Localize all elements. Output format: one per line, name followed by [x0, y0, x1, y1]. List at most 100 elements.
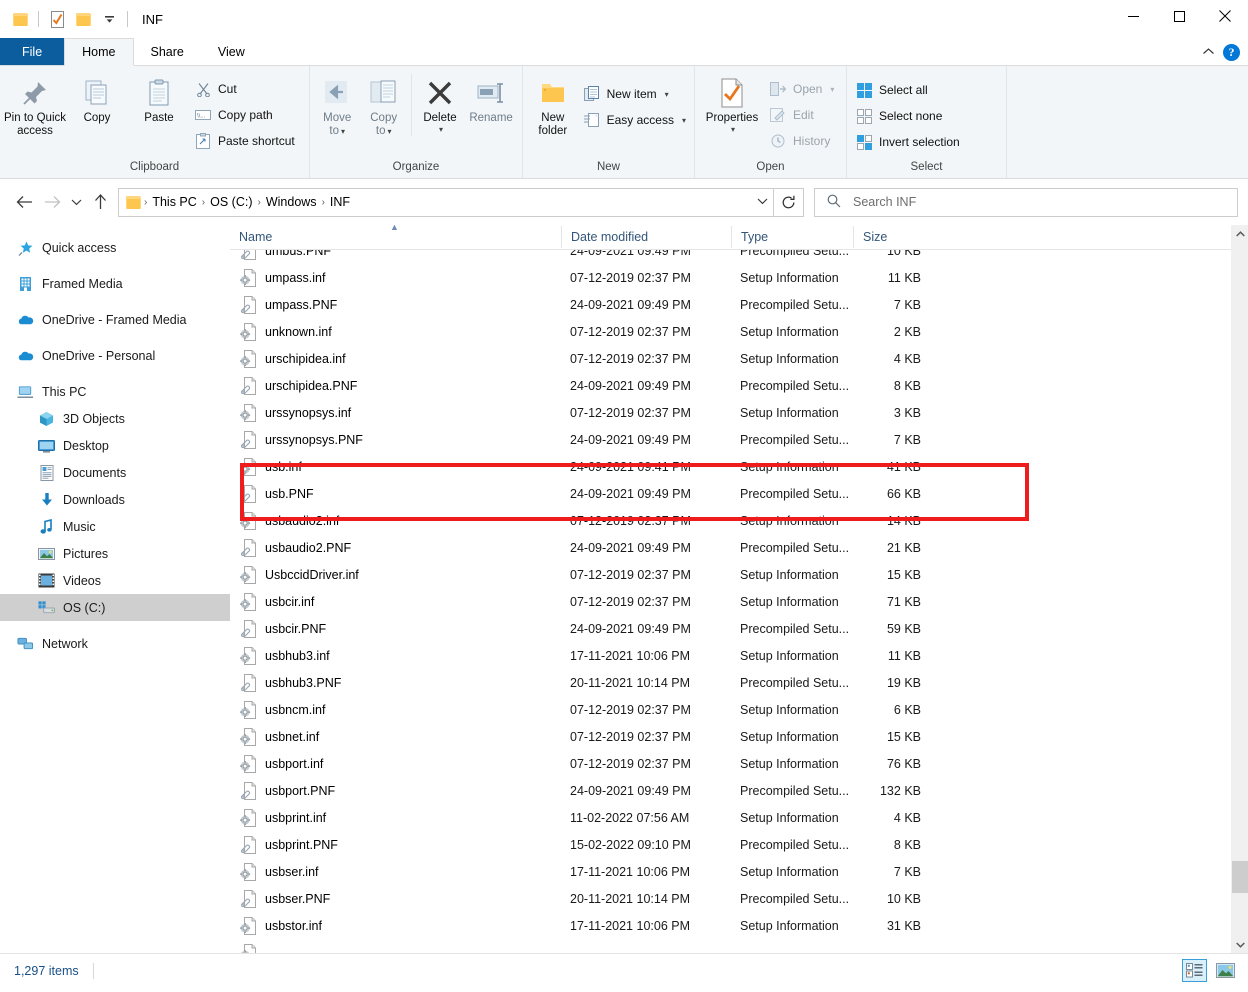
table-row[interactable]: usbprint.inf 11-02-2022 07:56 AM Setup Inf… [230, 804, 1231, 831]
column-header-date-modified[interactable]: Date modified [561, 226, 731, 248]
sidebar-item-3d-objects[interactable]: 3D Objects [0, 405, 230, 432]
edit-button[interactable]: Edit [765, 103, 838, 127]
tab-view[interactable]: View [201, 38, 262, 65]
breadcrumb-item-inf[interactable]: INF [326, 195, 354, 209]
table-row[interactable]: usbcir.PNF 24-09-2021 09:49 PM Precompiled… [230, 615, 1231, 642]
customize-dropdown-icon[interactable] [96, 7, 122, 31]
table-row[interactable]: usbser.PNF 20-11-2021 10:14 PM Precompiled… [230, 885, 1231, 912]
sidebar-item-onedrive-personal[interactable]: OneDrive - Personal [0, 342, 230, 369]
tab-home[interactable]: Home [64, 38, 134, 66]
sidebar-item-os-c[interactable]: OS (C:) [0, 594, 230, 621]
close-icon[interactable] [1202, 0, 1248, 32]
details-view-icon[interactable] [1182, 959, 1207, 982]
open-caret-icon[interactable]: ▾ [830, 85, 834, 94]
select-none-button[interactable]: Select none [851, 104, 964, 128]
table-row[interactable]: usbcir.inf 07-12-2019 02:37 PM Setup Infor… [230, 588, 1231, 615]
table-row[interactable]: usbnet.inf 07-12-2019 02:37 PM Setup Infor… [230, 723, 1231, 750]
cut-button[interactable]: Cut [190, 77, 299, 101]
paste-shortcut-button[interactable]: Paste shortcut [190, 129, 299, 153]
scroll-up-arrow-icon[interactable] [1232, 225, 1248, 242]
table-row[interactable]: urschipidea.PNF 24-09-2021 09:49 PM Precom… [230, 372, 1231, 399]
column-header-size[interactable]: Size [853, 226, 933, 248]
sidebar-item-music[interactable]: Music [0, 513, 230, 540]
address-dropdown-chevron-down-icon[interactable] [751, 197, 773, 208]
table-row[interactable]: UsbccidDriver.inf 07-12-2019 02:37 PM Setu… [230, 561, 1231, 588]
chevron-up-icon[interactable] [1202, 45, 1215, 59]
properties-button[interactable]: Properties ▾ [699, 72, 765, 134]
breadcrumb-item-this-pc[interactable]: This PC [148, 195, 200, 209]
table-row[interactable] [230, 939, 1231, 953]
table-row[interactable]: usbncm.inf 07-12-2019 02:37 PM Setup Infor… [230, 696, 1231, 723]
refresh-icon[interactable] [774, 187, 804, 217]
new-folder-button[interactable]: New folder [527, 72, 579, 138]
scroll-down-arrow-icon[interactable] [1232, 936, 1248, 953]
copy-path-button[interactable]: \\... Copy path [190, 103, 299, 127]
table-row[interactable]: usbser.inf 17-11-2021 10:06 PM Setup Infor… [230, 858, 1231, 885]
vertical-scrollbar[interactable] [1231, 225, 1248, 953]
sidebar-item-network[interactable]: Network [0, 630, 230, 657]
sidebar-item-quick-access[interactable]: Quick access [0, 234, 230, 261]
table-row[interactable]: usbport.PNF 24-09-2021 09:49 PM Precompile… [230, 777, 1231, 804]
table-row[interactable]: urssynopsys.PNF 24-09-2021 09:49 PM Precom… [230, 426, 1231, 453]
table-row[interactable]: umpass.PNF 24-09-2021 09:49 PM Precompiled… [230, 291, 1231, 318]
table-row[interactable]: usbhub3.inf 17-11-2021 10:06 PM Setup Info… [230, 642, 1231, 669]
new-item-caret-icon[interactable]: ▾ [665, 90, 669, 99]
table-row[interactable]: urschipidea.inf 07-12-2019 02:37 PM Setup … [230, 345, 1231, 372]
search-box[interactable]: Search INF [814, 187, 1238, 217]
table-row[interactable]: usb.PNF 24-09-2021 09:49 PM Precompiled Se… [230, 480, 1231, 507]
table-row[interactable]: unknown.inf 07-12-2019 02:37 PM Setup Info… [230, 318, 1231, 345]
sidebar-item-desktop[interactable]: Desktop [0, 432, 230, 459]
tab-share[interactable]: Share [134, 38, 201, 65]
open-button[interactable]: Open ▾ [765, 77, 838, 101]
properties-checkmark-icon[interactable] [44, 7, 70, 31]
address-breadcrumb-box[interactable]: › This PC › OS (C:) › Windows › INF [118, 187, 774, 217]
sidebar-item-framed-media[interactable]: Framed Media [0, 270, 230, 297]
rename-button[interactable]: Rename [464, 72, 518, 125]
history-button[interactable]: History [765, 129, 838, 153]
delete-button[interactable]: Delete ▾ [416, 72, 464, 134]
recent-locations-chevron-down-icon[interactable] [66, 188, 86, 216]
sidebar-item-videos[interactable]: Videos [0, 567, 230, 594]
easy-access-button[interactable]: Easy access ▾ [579, 108, 690, 132]
folder-icon[interactable] [7, 7, 33, 31]
select-all-button[interactable]: Select all [851, 78, 964, 102]
breadcrumb-item-windows[interactable]: Windows [262, 195, 321, 209]
delete-caret-icon[interactable]: ▾ [439, 125, 443, 134]
minimize-icon[interactable] [1110, 0, 1156, 32]
table-row[interactable]: usbhub3.PNF 20-11-2021 10:14 PM Precompile… [230, 669, 1231, 696]
properties-caret-icon[interactable]: ▾ [731, 125, 735, 134]
table-row[interactable]: umbus.PNF 24-09-2021 09:49 PM Precompiled … [230, 250, 1231, 264]
easy-access-caret-icon[interactable]: ▾ [682, 116, 686, 125]
table-row[interactable]: usbaudio2.inf 07-12-2019 02:37 PM Setup In… [230, 507, 1231, 534]
table-row[interactable]: urssynopsys.inf 07-12-2019 02:37 PM Setup … [230, 399, 1231, 426]
new-folder-icon[interactable] [70, 7, 96, 31]
move-to-button[interactable]: Move to ▾ [314, 72, 360, 138]
new-item-button[interactable]: New item ▾ [579, 82, 690, 106]
table-row[interactable]: usb.inf 24-09-2021 09:41 PM Setup Informat… [230, 453, 1231, 480]
up-arrow-icon[interactable] [86, 188, 114, 216]
sidebar-item-onedrive-framed-media[interactable]: OneDrive - Framed Media [0, 306, 230, 333]
large-icons-view-icon[interactable] [1213, 959, 1238, 982]
search-input[interactable]: Search INF [853, 195, 916, 209]
table-row[interactable]: usbprint.PNF 15-02-2022 09:10 PM Precompil… [230, 831, 1231, 858]
sidebar-item-pictures[interactable]: Pictures [0, 540, 230, 567]
forward-arrow-icon[interactable] [38, 188, 66, 216]
column-header-type[interactable]: Type [731, 226, 853, 248]
table-row[interactable]: usbport.inf 07-12-2019 02:37 PM Setup Info… [230, 750, 1231, 777]
tab-file[interactable]: File [0, 38, 65, 65]
copy-to-button[interactable]: Copy to ▾ [360, 72, 406, 138]
invert-selection-button[interactable]: Invert selection [851, 130, 964, 154]
sidebar-item-downloads[interactable]: Downloads [0, 486, 230, 513]
help-icon[interactable]: ? [1223, 43, 1240, 61]
scrollbar-thumb[interactable] [1232, 861, 1248, 893]
breadcrumb-item-os-c[interactable]: OS (C:) [206, 195, 256, 209]
sidebar-item-documents[interactable]: Documents [0, 459, 230, 486]
back-arrow-icon[interactable] [10, 188, 38, 216]
table-row[interactable]: usbstor.inf 17-11-2021 10:06 PM Setup Info… [230, 912, 1231, 939]
table-row[interactable]: usbaudio2.PNF 24-09-2021 09:49 PM Precompi… [230, 534, 1231, 561]
paste-button[interactable]: Paste [128, 72, 190, 125]
table-row[interactable]: umpass.inf 07-12-2019 02:37 PM Setup Infor… [230, 264, 1231, 291]
copy-button[interactable]: Copy [66, 72, 128, 125]
pin-to-quick-access-button[interactable]: Pin to Quick access [4, 72, 66, 138]
sidebar-item-this-pc[interactable]: This PC [0, 378, 230, 405]
